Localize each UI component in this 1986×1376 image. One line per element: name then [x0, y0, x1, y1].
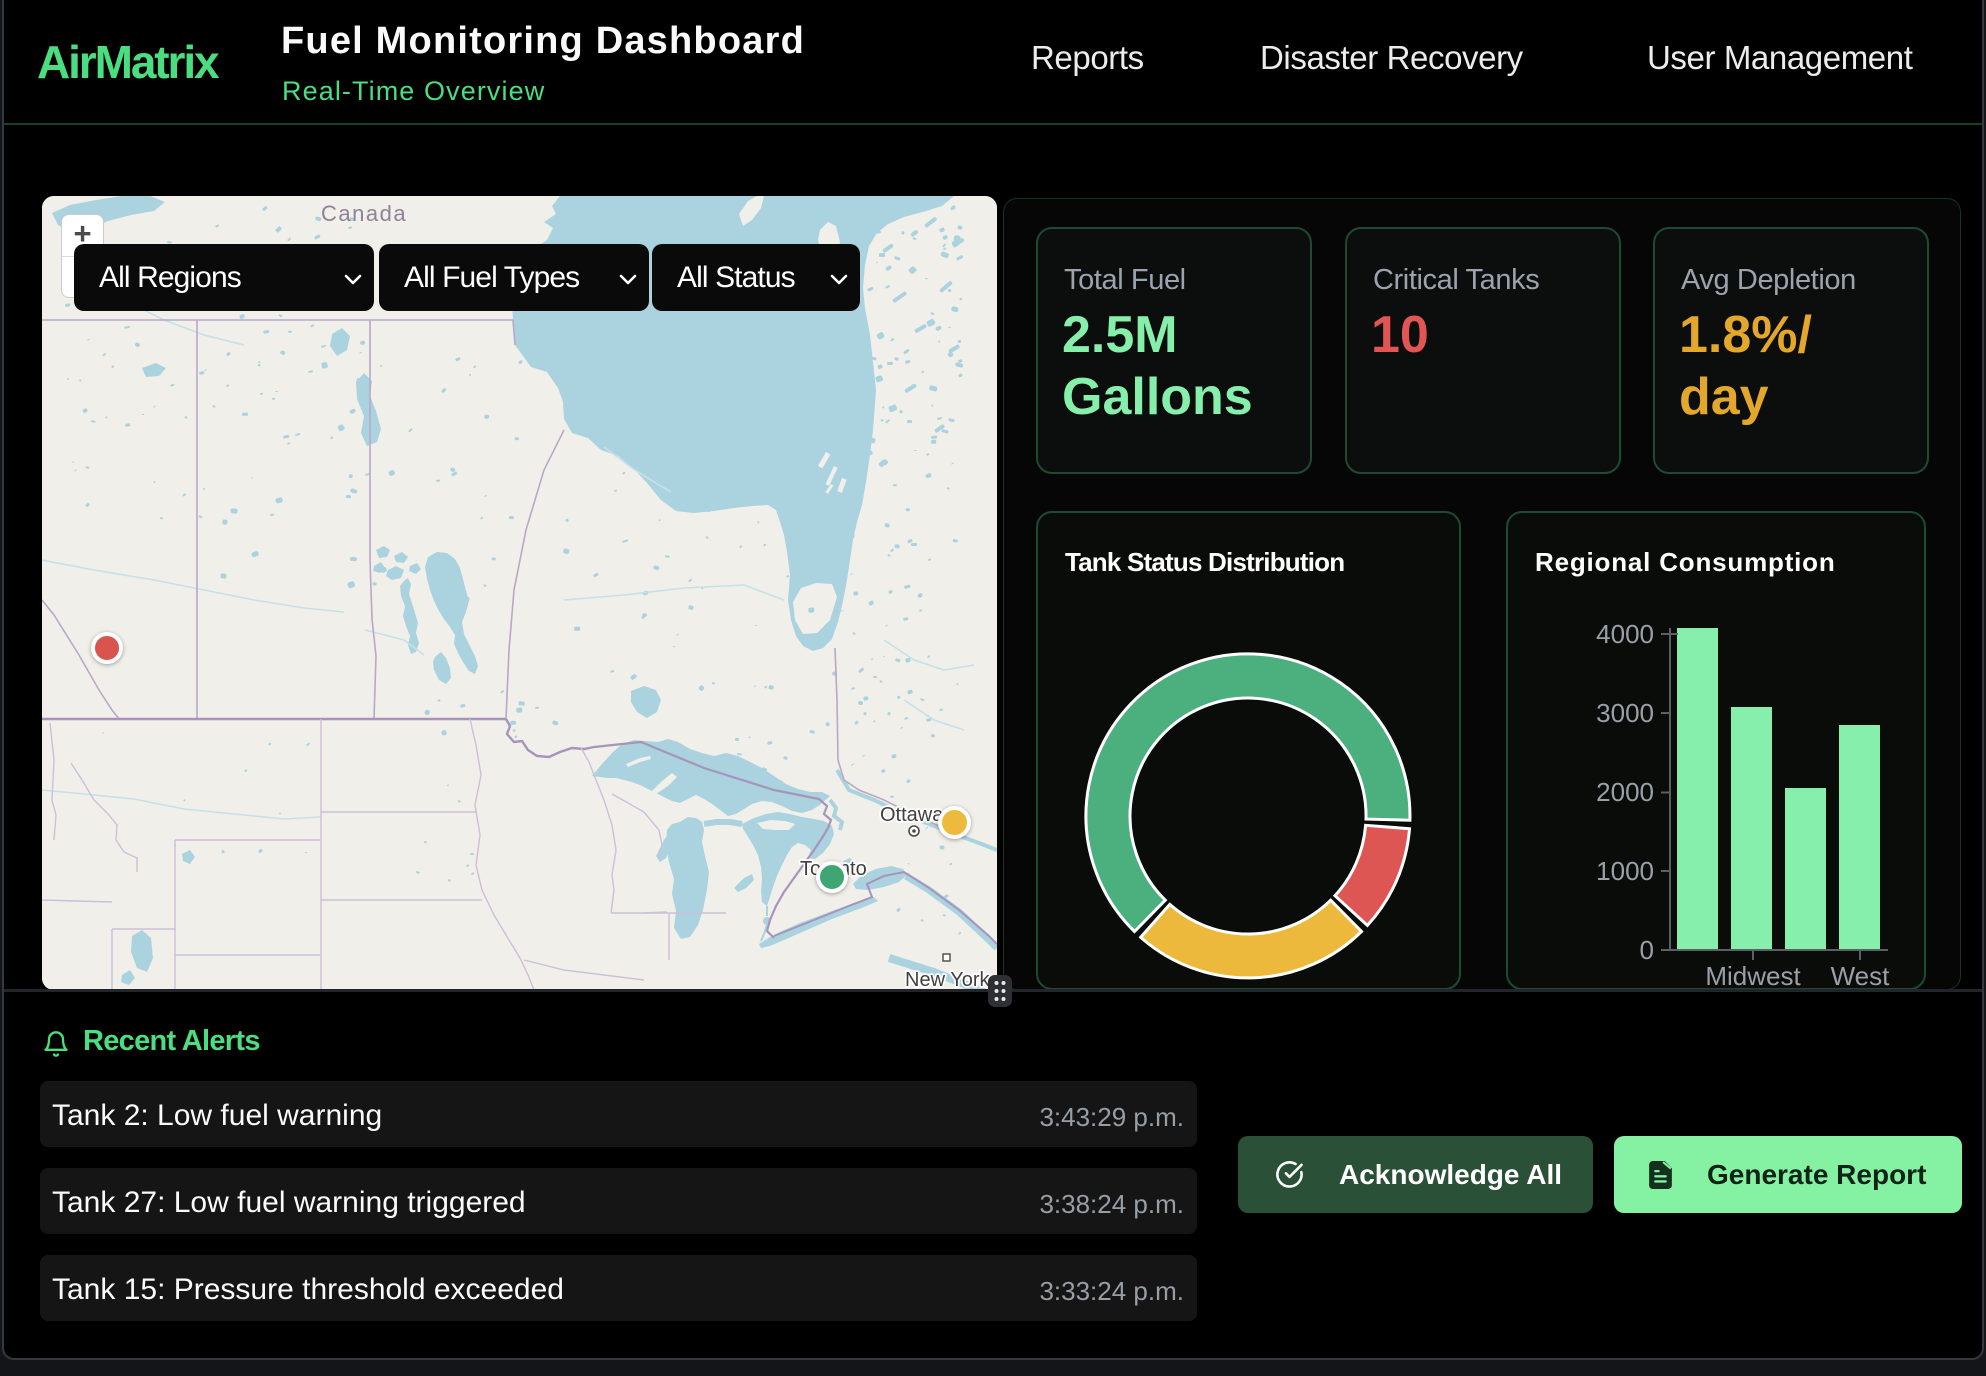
- svg-text:1000: 1000: [1596, 856, 1654, 886]
- svg-text:4000: 4000: [1596, 619, 1654, 649]
- svg-text:Canada: Canada: [321, 201, 407, 226]
- svg-text:2000: 2000: [1596, 777, 1654, 807]
- svg-text:New York: New York: [905, 969, 990, 990]
- svg-text:Midwest: Midwest: [1705, 961, 1801, 988]
- svg-text:West: West: [1831, 961, 1891, 988]
- svg-text:3000: 3000: [1596, 698, 1654, 728]
- svg-text:Ottawa: Ottawa: [880, 804, 944, 826]
- svg-text:0: 0: [1640, 935, 1654, 965]
